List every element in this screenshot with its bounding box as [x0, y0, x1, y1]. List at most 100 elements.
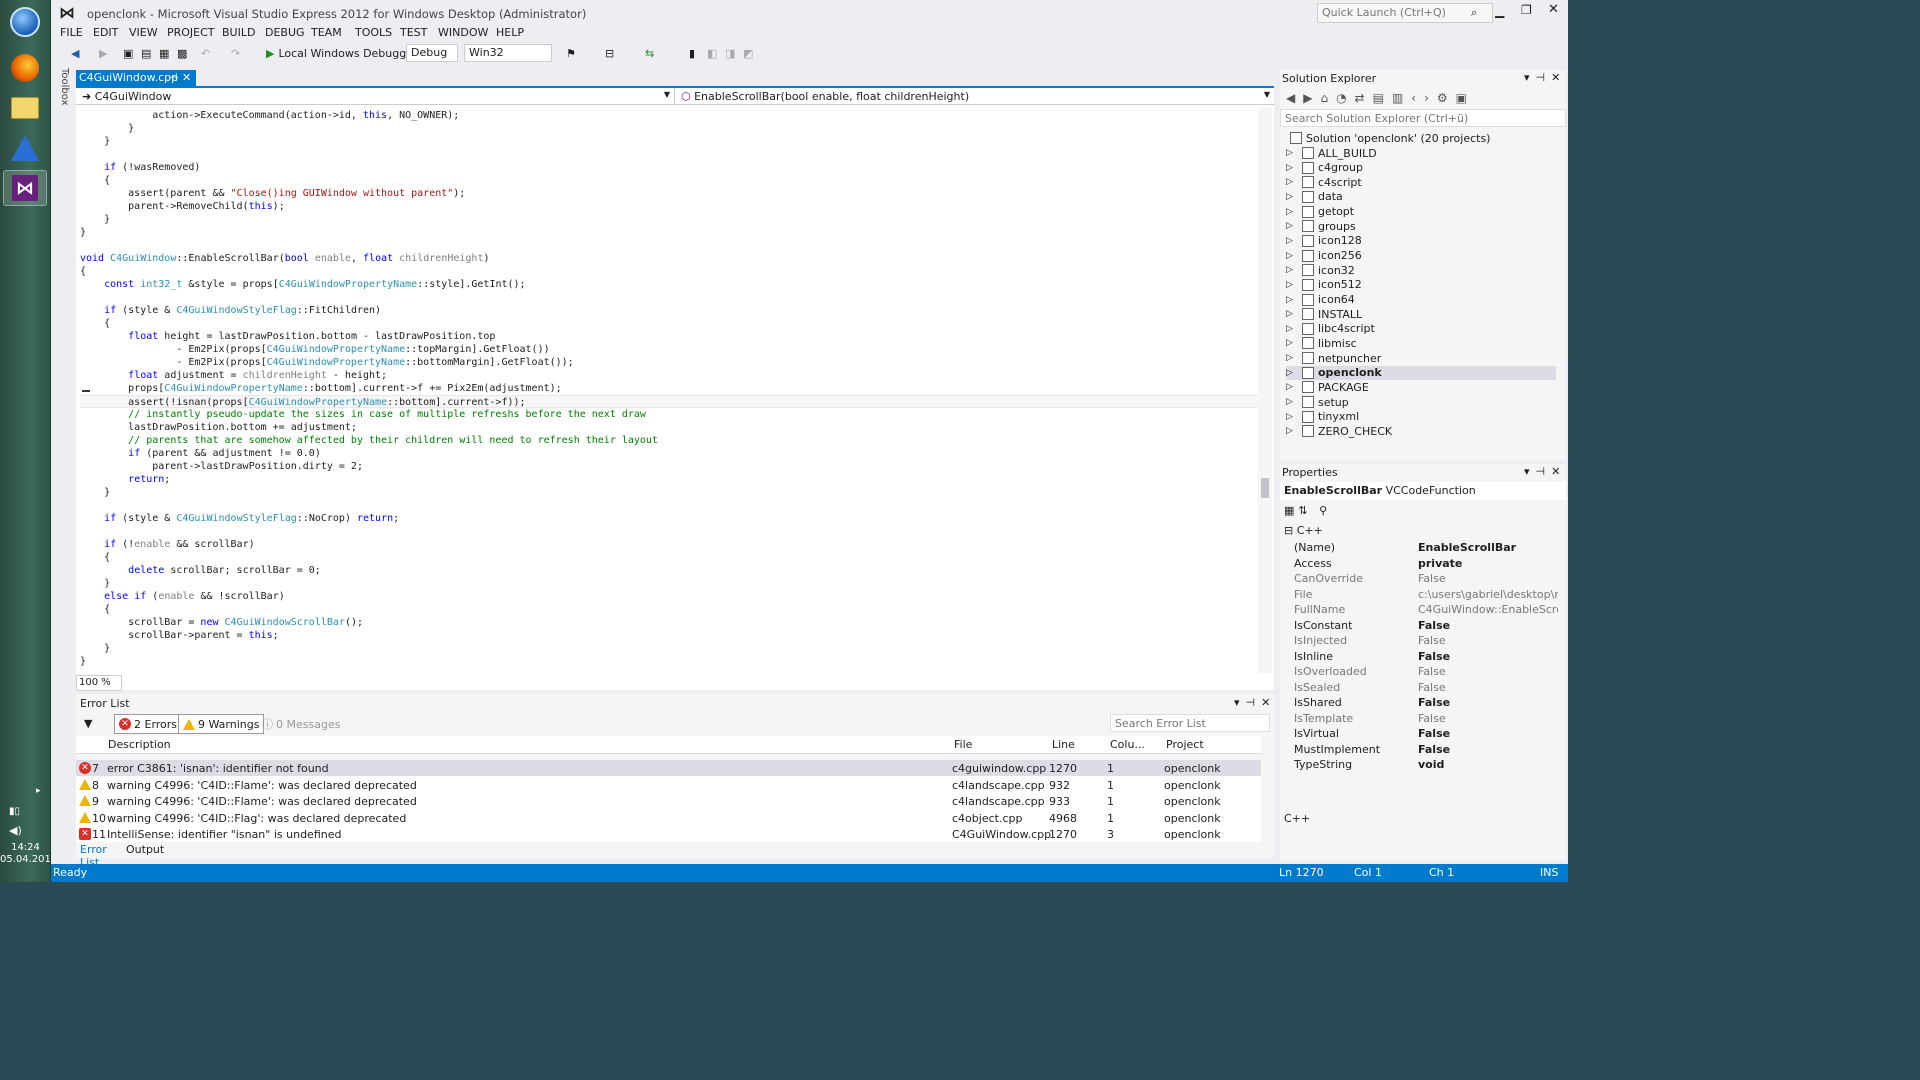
navigate-icon[interactable]: ⇆ — [645, 44, 654, 62]
object-selector[interactable]: EnableScrollBar VCCodeFunction — [1280, 482, 1566, 500]
expand-arrow-icon[interactable]: ▷ — [1286, 163, 1298, 173]
category-header[interactable]: ⊟ C++ — [1284, 524, 1323, 537]
property-row[interactable]: IsSealed False — [1292, 680, 1562, 695]
zoom-select[interactable]: 100 % — [76, 675, 122, 691]
menu-window[interactable]: WINDOW — [438, 26, 488, 39]
menu-team[interactable]: TEAM — [311, 26, 342, 39]
error-row[interactable]: 9 warning C4996: 'C4ID::Flame': was decla… — [76, 793, 1261, 809]
code-line[interactable]: parent->lastDrawPosition.dirty = 2; — [80, 460, 1260, 473]
project-node[interactable]: ▷ setup — [1286, 395, 1556, 409]
property-row[interactable]: IsConstant False — [1292, 618, 1562, 633]
expand-arrow-icon[interactable]: ▷ — [1286, 177, 1298, 187]
app-triangle-icon[interactable] — [3, 130, 47, 166]
restore-button[interactable]: ❐ — [1521, 3, 1532, 17]
error-row[interactable]: ✕ 11 IntelliSense: identifier "isnan" is u… — [76, 826, 1261, 842]
clear-bookmark-icon[interactable]: ◩ — [743, 44, 753, 62]
code-line[interactable]: float height = lastDrawPosition.bottom -… — [80, 330, 1260, 343]
error-row[interactable]: 8 warning C4996: 'C4ID::Flame': was decla… — [76, 777, 1261, 793]
expand-arrow-icon[interactable]: ▷ — [1286, 280, 1298, 290]
property-row[interactable]: IsInjected False — [1292, 633, 1562, 648]
property-row[interactable]: CanOverride False — [1292, 571, 1562, 586]
code-line[interactable]: else if (enable && !scrollBar) — [80, 590, 1260, 603]
code-line[interactable]: // instantly pseudo-update the sizes in … — [80, 408, 1260, 421]
editor-vertical-scrollbar[interactable] — [1258, 108, 1272, 673]
project-node[interactable]: ▷ tinyxml — [1286, 410, 1556, 424]
save-all-icon[interactable]: ▩ — [177, 44, 187, 62]
errors-filter-button[interactable]: ✕ 2 Errors — [114, 714, 183, 734]
member-nav-dropdown[interactable]: ⬡ EnableScrollBar(bool enable, float chi… — [674, 88, 1274, 105]
project-node[interactable]: ▷ ALL_BUILD — [1286, 146, 1556, 160]
code-line[interactable]: action->ExecuteCommand(action->id, this,… — [80, 109, 1260, 122]
code-line[interactable] — [80, 239, 1260, 252]
code-line[interactable]: } — [80, 122, 1260, 135]
panel-controls[interactable]: ▾⊣✕ — [1524, 71, 1566, 84]
file-explorer-icon[interactable] — [3, 90, 47, 126]
code-line[interactable]: } — [80, 486, 1260, 499]
expand-arrow-icon[interactable]: ▷ — [1286, 397, 1298, 407]
filter-icon[interactable]: ▼ — [84, 717, 92, 730]
project-node[interactable]: ▷ libc4script — [1286, 322, 1556, 336]
close-tab-icon[interactable]: ✕ — [182, 71, 191, 84]
redo-icon[interactable]: ↷ — [231, 44, 240, 62]
system-clock[interactable]: 14:24 05.04.2014 — [0, 842, 57, 866]
tab-c4guiwindow-cpp[interactable]: C4GuiWindow.cpp ⊣ ✕ — [76, 70, 196, 86]
expand-arrow-icon[interactable]: ▷ — [1286, 221, 1298, 231]
project-node[interactable]: ▷ getopt — [1286, 205, 1556, 219]
expand-arrow-icon[interactable]: ▷ — [1286, 309, 1298, 319]
code-line[interactable]: } — [80, 226, 1260, 239]
expand-arrow-icon[interactable]: ▷ — [1286, 148, 1298, 158]
code-line[interactable] — [80, 499, 1260, 512]
project-node[interactable]: ▷ icon64 — [1286, 293, 1556, 307]
code-line[interactable]: const int32_t &style = props[C4GuiWindow… — [80, 278, 1260, 291]
warnings-filter-button[interactable]: 9 Warnings — [178, 714, 265, 734]
error-row[interactable]: 10 warning C4996: 'C4ID::Flag': was decla… — [76, 810, 1261, 826]
expand-arrow-icon[interactable]: ▷ — [1286, 412, 1298, 422]
expand-arrow-icon[interactable]: ▷ — [1286, 426, 1298, 436]
code-line[interactable]: } — [80, 135, 1260, 148]
code-line[interactable]: if (!wasRemoved) — [80, 161, 1260, 174]
property-row[interactable]: FullName C4GuiWindow::EnableScrollBar — [1292, 602, 1562, 617]
expand-arrow-icon[interactable]: ▷ — [1286, 192, 1298, 202]
visual-studio-icon[interactable]: ⋈ — [3, 170, 47, 206]
close-button[interactable]: ✕ — [1548, 2, 1559, 17]
code-line[interactable]: if (!enable && scrollBar) — [80, 538, 1260, 551]
project-node[interactable]: ▷ icon32 — [1286, 263, 1556, 277]
new-project-icon[interactable]: ▣ — [123, 44, 133, 62]
code-line[interactable]: assert(!isnan(props[C4GuiWindowPropertyN… — [80, 395, 1260, 408]
project-node[interactable]: ▷ ZERO_CHECK — [1286, 424, 1556, 438]
tab-output[interactable]: Output — [126, 843, 164, 856]
code-line[interactable]: props[C4GuiWindowPropertyName::bottom].c… — [80, 382, 1260, 395]
code-line[interactable]: if (parent && adjustment != 0.0) — [80, 447, 1260, 460]
code-line[interactable]: { — [80, 174, 1260, 187]
property-row[interactable]: File c:\users\gabriel\desktop\neuer — [1292, 587, 1562, 602]
solution-platform-select[interactable]: Win32 — [464, 44, 552, 62]
property-row[interactable]: Access private — [1292, 556, 1562, 571]
col-project[interactable]: Project — [1166, 738, 1204, 754]
menu-debug[interactable]: DEBUG — [265, 26, 305, 39]
code-line[interactable]: void C4GuiWindow::EnableScrollBar(bool e… — [80, 252, 1260, 265]
property-row[interactable]: IsOverloaded False — [1292, 664, 1562, 679]
code-line[interactable]: } — [80, 642, 1260, 655]
panel-controls[interactable]: ▾⊣✕ — [1524, 465, 1566, 478]
code-line[interactable] — [80, 668, 1260, 672]
expand-arrow-icon[interactable]: ▷ — [1286, 324, 1298, 334]
bookmark-icon[interactable]: ▮ — [689, 44, 695, 62]
menu-file[interactable]: FILE — [60, 26, 83, 39]
find-icon[interactable]: ⊟ — [605, 44, 614, 62]
code-line[interactable]: } — [80, 655, 1260, 668]
expand-arrow-icon[interactable]: ▷ — [1286, 207, 1298, 217]
project-node[interactable]: ▷ libmisc — [1286, 336, 1556, 350]
project-node[interactable]: ▷ icon128 — [1286, 234, 1556, 248]
menu-project[interactable]: PROJECT — [167, 26, 215, 39]
code-line[interactable]: // parents that are somehow affected by … — [80, 434, 1260, 447]
code-line[interactable]: parent->RemoveChild(this); — [80, 200, 1260, 213]
project-node[interactable]: ▷ INSTALL — [1286, 307, 1556, 321]
menu-test[interactable]: TEST — [400, 26, 427, 39]
panel-controls[interactable]: ▾⊣✕ — [1234, 696, 1276, 709]
col-description[interactable]: Description — [108, 738, 171, 754]
project-node[interactable]: ▷ icon256 — [1286, 249, 1556, 263]
tray-expand-icon[interactable]: ▸ — [36, 786, 41, 796]
code-line[interactable]: { — [80, 317, 1260, 330]
properties-toolbar[interactable]: ▦⇅ ⚲ — [1284, 504, 1331, 517]
project-node[interactable]: ▷ openclonk — [1286, 365, 1556, 380]
